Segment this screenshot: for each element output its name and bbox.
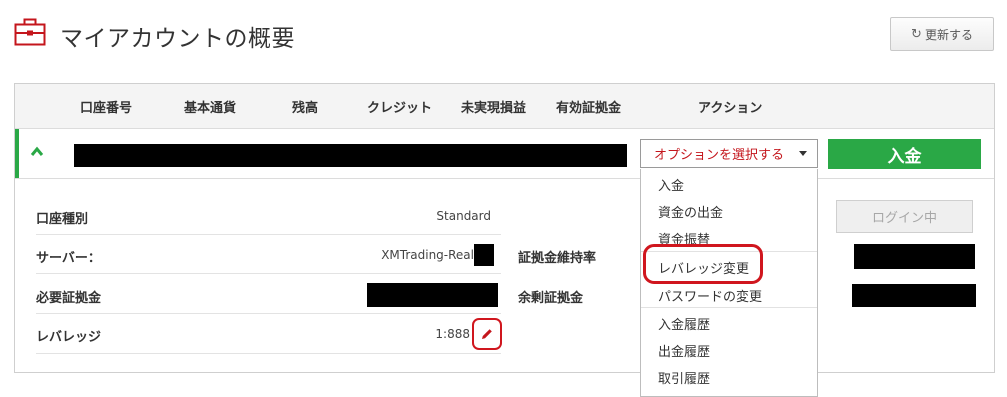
leverage-label: レバレッジ — [36, 330, 102, 345]
chevron-up-icon[interactable] — [30, 145, 44, 159]
menu-item-deposit[interactable]: 入金 — [658, 175, 684, 194]
pencil-icon — [482, 329, 492, 339]
redacted-server-suffix — [474, 244, 494, 266]
column-credit: クレジット — [367, 101, 433, 116]
login-status-button[interactable]: ログイン中 — [836, 200, 973, 233]
highlight-annotation — [643, 244, 763, 284]
page-title: マイアカウントの概要 — [60, 26, 295, 52]
menu-item-change-password[interactable]: パスワードの変更 — [658, 286, 762, 305]
deposit-button[interactable]: 入金 — [828, 139, 981, 169]
redacted-account-info — [74, 144, 627, 167]
divider — [36, 234, 501, 235]
action-select[interactable]: オプションを選択する — [640, 139, 818, 168]
leverage-value: 1:888 — [435, 327, 470, 341]
column-equity: 有効証拠金 — [556, 101, 622, 116]
server-label: サーバー： — [36, 251, 101, 266]
edit-leverage-button[interactable] — [472, 318, 502, 350]
divider — [36, 353, 501, 354]
action-select-label: オプションを選択する — [654, 148, 785, 163]
divider — [36, 313, 501, 314]
refresh-label: 更新する — [924, 27, 973, 42]
menu-item-trade-history[interactable]: 取引履歴 — [658, 368, 710, 387]
menu-item-withdraw[interactable]: 資金の出金 — [658, 202, 723, 221]
column-base-currency: 基本通貨 — [184, 101, 237, 116]
menu-item-deposit-history[interactable]: 入金履歴 — [658, 314, 710, 333]
menu-divider — [641, 307, 817, 308]
redacted-required-margin — [367, 283, 498, 307]
refresh-icon: ↻ — [911, 26, 922, 42]
margin-level-label: 証拠金維持率 — [518, 251, 597, 266]
menu-item-withdraw-history[interactable]: 出金履歴 — [658, 341, 710, 360]
free-margin-label: 余剰証拠金 — [518, 291, 584, 306]
required-margin-label: 必要証拠金 — [36, 291, 102, 306]
column-balance: 残高 — [292, 101, 319, 116]
redacted-margin-level — [854, 244, 975, 269]
briefcase-icon — [14, 18, 46, 46]
server-value: XMTrading-Real — [381, 248, 474, 262]
divider — [36, 273, 501, 274]
column-unrealized-pl: 未実現損益 — [461, 101, 527, 116]
active-indicator — [15, 129, 19, 178]
column-account-number: 口座番号 — [80, 101, 133, 116]
account-type-label: 口座種別 — [36, 212, 89, 227]
refresh-button[interactable]: ↻ 更新する — [890, 17, 994, 51]
account-type-value: Standard — [436, 209, 491, 223]
column-action: アクション — [698, 101, 763, 116]
redacted-free-margin — [852, 284, 976, 307]
caret-down-icon — [799, 151, 807, 156]
